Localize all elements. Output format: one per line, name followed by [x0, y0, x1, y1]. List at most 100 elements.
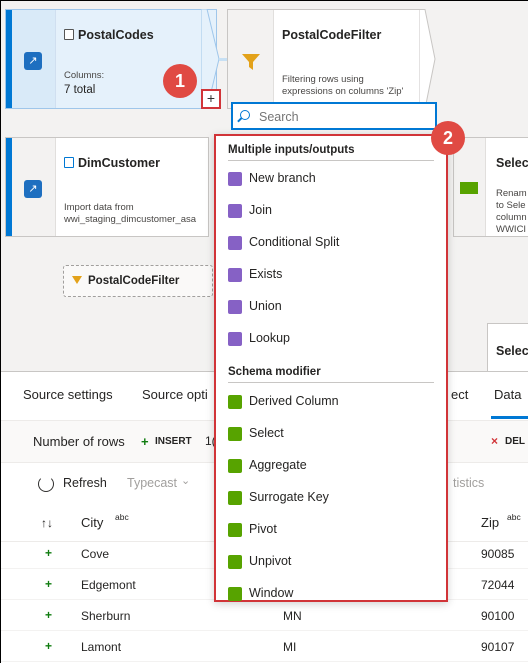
menu-item-pivot[interactable]: Pivot — [228, 519, 438, 543]
node-description-line1: Import data from — [64, 202, 134, 213]
node-title: PostalCodes — [64, 28, 154, 42]
insert-marker-icon: + — [45, 608, 53, 622]
tab-data-preview[interactable]: Data — [494, 387, 521, 402]
source-icon: ↗ — [24, 52, 42, 70]
node-icon-column: ↗ — [12, 10, 56, 108]
menu-item-union[interactable]: Union — [228, 296, 438, 320]
columns-value: 7 total — [64, 84, 96, 96]
section-divider — [228, 160, 434, 161]
tab-source-settings[interactable]: Source settings — [23, 387, 113, 402]
filter-icon — [242, 54, 260, 70]
filter-icon — [72, 276, 82, 284]
section-header-schema-modifier: Schema modifier — [228, 366, 321, 378]
new-branch-icon — [228, 172, 242, 186]
transformation-search-box[interactable] — [231, 102, 437, 130]
insert-label: INSERT — [155, 436, 192, 447]
insert-marker-icon: + — [45, 546, 53, 560]
insert-plus-icon: + — [141, 434, 149, 449]
select-node-2[interactable]: Select — [487, 323, 528, 371]
column-type-zip: abc — [507, 512, 521, 522]
callout-badge-2: 2 — [431, 121, 465, 155]
select-icon — [460, 182, 478, 194]
cell-zip: 90085 — [481, 547, 515, 561]
add-transformation-button[interactable]: + — [201, 89, 221, 109]
unpivot-icon — [228, 555, 242, 569]
cell-zip: 72044 — [481, 578, 515, 592]
derived-column-icon — [228, 395, 242, 409]
database-icon — [64, 157, 74, 168]
node-chevron-tip — [419, 9, 436, 110]
tab-source-options[interactable]: Source opti — [142, 387, 208, 402]
postalcodefilter-reference-chip[interactable]: PostalCodeFilter — [63, 265, 213, 297]
select-icon — [228, 427, 242, 441]
tab-projection[interactable]: ect — [451, 387, 468, 402]
cell-city: Lamont — [81, 640, 122, 654]
menu-item-surrogate-key[interactable]: Surrogate Key — [228, 487, 438, 511]
menu-item-join[interactable]: Join — [228, 200, 438, 224]
menu-item-window[interactable]: Window — [228, 583, 438, 607]
join-icon — [228, 204, 242, 218]
sort-icon[interactable]: ↑↓ — [41, 516, 53, 530]
menu-item-derived-column[interactable]: Derived Column — [228, 391, 438, 415]
menu-item-exists[interactable]: Exists — [228, 264, 438, 288]
menu-item-aggregate[interactable]: Aggregate — [228, 455, 438, 479]
statistics-button[interactable]: tistics — [453, 476, 484, 490]
node-icon-column: ↗ — [12, 138, 56, 236]
cell-zip: 90107 — [481, 640, 515, 654]
exists-icon — [228, 268, 242, 282]
node-icon-column — [454, 138, 486, 236]
node-title: Select — [496, 344, 528, 358]
cell-state: MN — [283, 609, 302, 623]
insert-marker-icon: + — [45, 577, 53, 591]
table-row[interactable]: + Lamont MI 90107 — [1, 631, 528, 662]
node-description-line2: expressions on columns 'Zip' — [282, 86, 404, 97]
source-node-dimcustomer[interactable]: ↗ DimCustomer Import data from wwi_stagi… — [5, 137, 209, 237]
menu-item-conditional-split[interactable]: Conditional Split — [228, 232, 438, 256]
table-icon — [64, 29, 74, 40]
node-description-line1: Filtering rows using — [282, 74, 364, 85]
search-input[interactable] — [259, 108, 429, 126]
node-title: DimCustomer — [64, 156, 160, 170]
cell-zip: 90100 — [481, 609, 515, 623]
source-icon: ↗ — [24, 180, 42, 198]
menu-item-new-branch[interactable]: New branch — [228, 168, 438, 192]
search-icon — [240, 110, 250, 120]
select-node[interactable]: Select Renam to Sele column WWICI — [453, 137, 528, 237]
node-description-line2: to Sele — [496, 200, 526, 211]
node-description-line4: WWICI — [496, 224, 527, 235]
rows-label: Number of rows — [33, 434, 125, 449]
column-header-zip[interactable]: Zip — [481, 515, 499, 530]
transformation-menu: Multiple inputs/outputs New branch Join … — [214, 134, 448, 602]
menu-item-lookup[interactable]: Lookup — [228, 328, 438, 352]
callout-badge-1: 1 — [163, 64, 197, 98]
refresh-button[interactable]: Refresh — [63, 476, 107, 490]
chevron-down-icon: ⌄ — [181, 475, 191, 487]
columns-label: Columns: — [64, 70, 105, 81]
node-title: PostalCodeFilter — [282, 28, 382, 42]
delete-label: DEL — [505, 436, 525, 447]
insert-marker-icon: + — [45, 639, 53, 653]
cell-city: Cove — [81, 547, 110, 561]
node-title: Select — [496, 156, 528, 170]
aggregate-icon — [228, 459, 242, 473]
cell-city: Edgemont — [81, 578, 136, 592]
column-header-city[interactable]: City — [81, 515, 103, 530]
menu-item-unpivot[interactable]: Unpivot — [228, 551, 438, 575]
union-icon — [228, 300, 242, 314]
cell-city: Sherburn — [81, 609, 131, 623]
section-header-multiple-inputs: Multiple inputs/outputs — [228, 144, 355, 156]
window-icon — [228, 587, 242, 601]
pivot-icon — [228, 523, 242, 537]
lookup-icon — [228, 332, 242, 346]
menu-item-select[interactable]: Select — [228, 423, 438, 447]
filter-node-postalcodefilter[interactable]: PostalCodeFilter Filtering rows using ex… — [227, 9, 425, 109]
node-description-line2: wwi_staging_dimcustomer_asa — [64, 214, 197, 225]
section-divider — [228, 382, 434, 383]
node-description-line1: Renam — [496, 188, 527, 199]
conditional-split-icon — [228, 236, 242, 250]
cell-state: MI — [283, 640, 297, 654]
refresh-icon[interactable] — [38, 476, 54, 492]
typecast-button[interactable]: Typecast — [127, 476, 177, 490]
column-type-city: abc — [115, 512, 129, 522]
delete-x-icon: × — [491, 434, 499, 448]
